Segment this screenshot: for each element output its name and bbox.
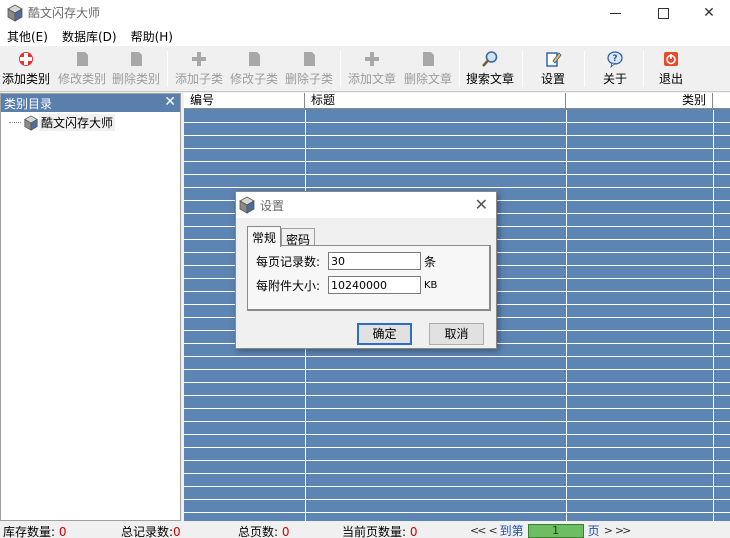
toolbar-separator	[459, 51, 460, 87]
help-bubble-icon: ?	[607, 51, 623, 68]
tab-password[interactable]: 密码	[281, 228, 316, 247]
settings-edit-icon	[546, 52, 562, 67]
records-per-page-input[interactable]	[328, 252, 421, 270]
cube-icon	[24, 114, 38, 131]
window-title: 酷文闪存大师	[28, 6, 101, 20]
attachment-size-label: 每附件大小:	[256, 278, 321, 293]
delete-article-button[interactable]: 删除文章	[401, 50, 455, 90]
edit-page-icon	[77, 52, 88, 66]
first-page-button[interactable]: <<	[470, 524, 487, 537]
category-panel-title: 类别目录	[4, 97, 53, 111]
add-article-button[interactable]: 添加文章	[345, 50, 399, 90]
search-article-button[interactable]: 搜索文章	[463, 50, 517, 90]
goto-label: 到第	[499, 524, 524, 538]
dialog-title: 设置	[260, 199, 285, 213]
delete-page-icon	[304, 52, 315, 66]
general-tab-panel: 每页记录数: 条 每附件大小: KB	[247, 245, 491, 311]
menu-other[interactable]: 其他(E)	[0, 26, 55, 46]
edit-page-icon	[249, 52, 260, 66]
records-per-page-row: 每页记录数: 条	[256, 252, 436, 270]
toolbar-separator	[584, 51, 585, 87]
app-cube-icon	[239, 196, 255, 214]
toolbar-separator	[340, 51, 341, 87]
edit-subcategory-button[interactable]: 修改子类	[228, 50, 280, 90]
add-category-button[interactable]: 添加类别	[0, 50, 52, 90]
pager: << < 到第 1 页 > >>	[470, 522, 633, 538]
settings-dialog: 设置 ✕ 常规 密码 每页记录数: 条 每附件大小: KB 确定 取消	[235, 191, 497, 349]
category-panel-header: 类别目录 ✕	[1, 94, 180, 112]
title-bar: 酷文闪存大师 ✕	[0, 0, 730, 26]
grid-header: 编号 标题 类别	[184, 93, 730, 109]
toolbar: 添加类别 修改类别 删除类别 添加子类 修改子类 删除子类 添加文章 删除文章 …	[0, 46, 730, 92]
about-button[interactable]: ? 关于	[592, 50, 638, 90]
power-icon	[664, 52, 678, 66]
current-page-count: 当前页数量: 0	[342, 525, 418, 538]
tree-root-node[interactable]: 酷文闪存大师	[9, 114, 116, 131]
delete-page-icon	[131, 52, 142, 66]
delete-subcategory-button[interactable]: 删除子类	[282, 50, 336, 90]
status-bar: 库存数量: 0 总记录数:0 总页数: 0 当前页数量: 0 << < 到第 1…	[0, 521, 730, 538]
delete-page-icon	[423, 52, 434, 66]
grid-column-divider	[713, 110, 714, 521]
add-gray-icon	[192, 52, 206, 66]
menu-bar: 其他(E) 数据库(D) 帮助(H)	[0, 26, 730, 46]
page-number-input[interactable]: 1	[527, 523, 584, 538]
maximize-icon	[657, 7, 669, 19]
column-header-category[interactable]: 类别	[566, 93, 713, 109]
dialog-tabs: 常规 密码	[247, 226, 316, 247]
close-button[interactable]: ✕	[686, 0, 730, 26]
menu-help[interactable]: 帮助(H)	[124, 26, 180, 46]
maximize-button[interactable]	[640, 0, 686, 26]
tree-root-label: 酷文闪存大师	[39, 114, 116, 131]
grid-column-divider	[566, 110, 567, 521]
cancel-button[interactable]: 取消	[429, 323, 484, 345]
add-gray-icon	[365, 52, 379, 66]
app-cube-icon	[7, 4, 23, 22]
dialog-title-bar: 设置 ✕	[236, 192, 496, 218]
total-records: 总记录数:0	[121, 525, 181, 538]
close-icon: ✕	[703, 5, 715, 21]
total-pages: 总页数: 0	[238, 525, 290, 538]
menu-database[interactable]: 数据库(D)	[55, 26, 124, 46]
column-header-id[interactable]: 编号	[184, 93, 305, 109]
toolbar-separator	[643, 51, 644, 87]
stock-count: 库存数量: 0	[3, 525, 67, 538]
attachment-size-input[interactable]	[328, 276, 421, 294]
search-icon	[482, 51, 498, 67]
next-page-button[interactable]: >	[604, 524, 613, 537]
close-panel-icon[interactable]: ✕	[164, 94, 176, 110]
page-unit-label: 页	[587, 524, 600, 538]
tab-general[interactable]: 常规	[247, 226, 282, 247]
minimize-icon	[609, 12, 621, 14]
svg-text:?: ?	[612, 54, 617, 64]
toolbar-separator	[522, 51, 523, 87]
dialog-close-icon[interactable]: ✕	[475, 195, 488, 214]
add-red-icon	[19, 52, 33, 66]
column-header-extra	[713, 93, 730, 109]
records-unit-label: 条	[424, 254, 437, 269]
delete-category-button[interactable]: 删除类别	[110, 50, 162, 90]
last-page-button[interactable]: >>	[615, 524, 632, 537]
column-header-title[interactable]: 标题	[305, 93, 566, 109]
edit-category-button[interactable]: 修改类别	[56, 50, 108, 90]
minimize-button[interactable]	[592, 0, 638, 26]
toolbar-separator	[167, 51, 168, 87]
settings-button[interactable]: 设置	[530, 50, 576, 90]
exit-button[interactable]: 退出	[650, 50, 692, 90]
attachment-size-row: 每附件大小: KB	[256, 276, 437, 294]
ok-button[interactable]: 确定	[357, 323, 412, 345]
records-per-page-label: 每页记录数:	[256, 254, 321, 269]
category-tree-panel: 类别目录 ✕ 酷文闪存大师	[0, 93, 181, 521]
add-subcategory-button[interactable]: 添加子类	[172, 50, 226, 90]
tree-connector	[9, 122, 21, 123]
prev-page-button[interactable]: <	[488, 524, 497, 537]
attachment-unit-label: KB	[424, 279, 438, 291]
